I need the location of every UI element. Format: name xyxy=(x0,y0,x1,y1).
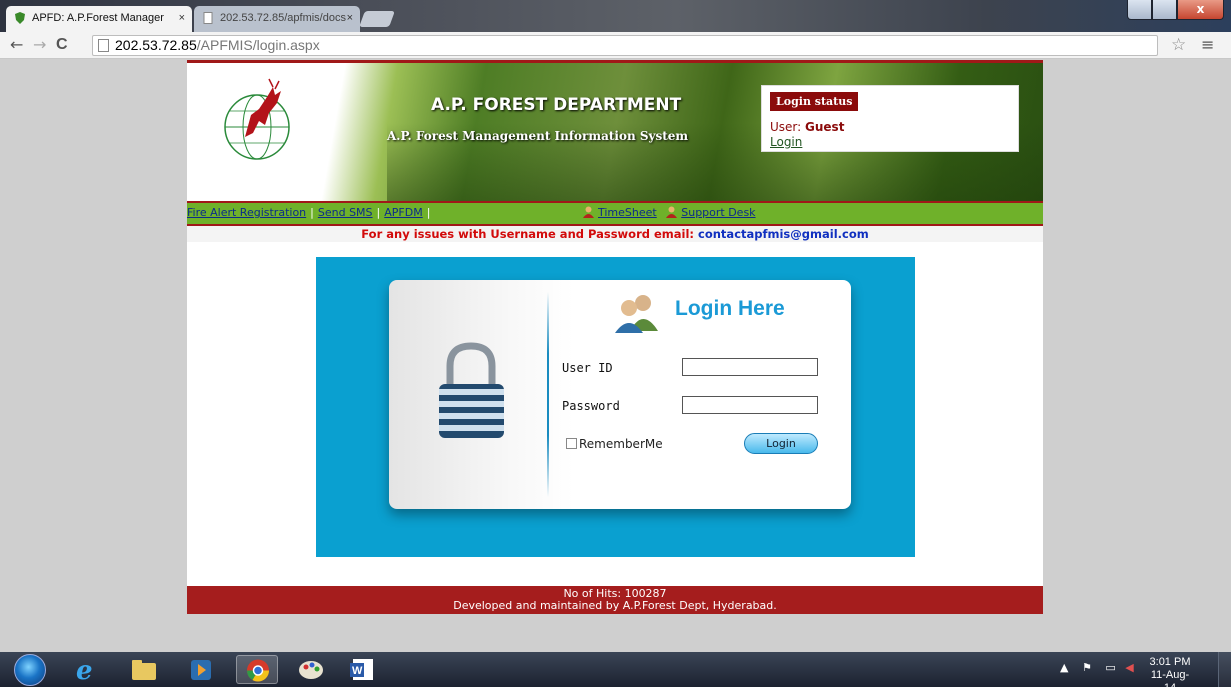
department-title: A.P. FOREST DEPARTMENT xyxy=(431,95,682,115)
tab-title: 202.53.72.85/apfmis/docs xyxy=(220,12,346,24)
media-player-icon[interactable] xyxy=(180,655,222,684)
svg-text:W: W xyxy=(352,665,363,677)
remember-me-checkbox[interactable] xyxy=(566,438,577,449)
forward-icon[interactable]: → xyxy=(33,35,46,55)
svg-text:e: e xyxy=(76,656,93,684)
login-status-heading: Login status xyxy=(770,92,859,111)
file-explorer-icon[interactable] xyxy=(122,655,164,684)
support-notice: For any issues with Username and Passwor… xyxy=(187,226,1043,242)
action-center-flag-icon[interactable]: ⚑ xyxy=(1082,661,1092,674)
forest-department-logo xyxy=(224,78,290,160)
padlock-icon xyxy=(439,342,504,438)
browser-toolbar: ← → C 202.53.72.85/APFMIS/login.aspx ☆ ≡ xyxy=(0,32,1231,59)
bookmark-star-icon[interactable]: ☆ xyxy=(1171,35,1186,55)
internet-explorer-icon[interactable]: e xyxy=(64,655,106,686)
page-container: A.P. FOREST DEPARTMENT A.P. Forest Manag… xyxy=(187,60,1043,614)
login-panel: Login Here User ID Password RememberMe L… xyxy=(316,257,915,557)
quick-links-bar: Fire Alert Registration | Send SMS | APFDM | … xyxy=(187,201,1043,226)
window-minimize-button[interactable] xyxy=(1127,0,1152,20)
tab-close-icon[interactable]: × xyxy=(347,6,353,30)
back-icon[interactable]: ← xyxy=(10,35,23,55)
page-footer: No of Hits: 100287 Developed and maintai… xyxy=(187,586,1043,614)
login-status-box: Login status User: Guest Login xyxy=(761,85,1019,152)
tab-close-icon[interactable]: × xyxy=(179,6,185,30)
browser-tab-apfd[interactable]: APFD: A.P.Forest Manager × xyxy=(6,6,192,32)
shield-favicon-icon xyxy=(15,12,25,24)
send-sms-link[interactable]: Send SMS xyxy=(318,206,373,219)
login-heading: Login Here xyxy=(675,297,785,320)
user-value: Guest xyxy=(805,120,845,134)
tray-expand-icon[interactable]: ▲ xyxy=(1060,661,1068,674)
url-host: 202.53.72.85 xyxy=(115,37,197,53)
user-label: User: xyxy=(770,120,802,134)
system-tray: ▲ ⚑ ▭ ◀ xyxy=(1060,661,1134,674)
page-icon xyxy=(98,39,109,52)
timesheet-link[interactable]: TimeSheet xyxy=(598,206,657,219)
header-login-link[interactable]: Login xyxy=(770,135,802,149)
header-banner: A.P. FOREST DEPARTMENT A.P. Forest Manag… xyxy=(187,60,1043,201)
credit-text: Developed and maintained by A.P.Forest D… xyxy=(453,599,777,612)
user-id-label: User ID xyxy=(562,361,613,375)
login-card: Login Here User ID Password RememberMe L… xyxy=(389,280,851,509)
browser-tab-docs[interactable]: 202.53.72.85/apfmis/docs × xyxy=(194,6,360,32)
tab-title: APFD: A.P.Forest Manager xyxy=(32,12,164,24)
clock-date: 11-Aug-14 xyxy=(1150,669,1190,687)
apfdm-link[interactable]: APFDM xyxy=(384,206,422,219)
person-icon xyxy=(666,206,678,218)
network-icon[interactable]: ▭ xyxy=(1105,661,1115,674)
volume-muted-icon[interactable]: ◀ xyxy=(1125,661,1133,674)
support-email: contactapfmis@gmail.com xyxy=(698,227,869,241)
person-icon xyxy=(583,206,594,218)
page-favicon-icon xyxy=(203,12,213,24)
address-bar[interactable]: 202.53.72.85/APFMIS/login.aspx xyxy=(92,35,1158,56)
remember-me[interactable]: RememberMe xyxy=(566,437,663,451)
word-icon[interactable]: W xyxy=(342,655,384,684)
reload-icon[interactable]: C xyxy=(56,35,68,55)
start-orb[interactable] xyxy=(14,654,46,686)
password-input[interactable] xyxy=(682,396,818,414)
show-desktop-button[interactable] xyxy=(1218,652,1231,687)
password-label: Password xyxy=(562,399,620,413)
login-button[interactable]: Login xyxy=(744,433,818,454)
paint-icon[interactable] xyxy=(290,655,332,684)
url-path: /APFMIS/login.aspx xyxy=(196,37,320,53)
system-title: A.P. Forest Management Information Syste… xyxy=(387,129,689,143)
remember-me-label: RememberMe xyxy=(579,437,663,451)
card-divider xyxy=(547,292,549,497)
chrome-icon[interactable] xyxy=(236,655,278,684)
window-maximize-button[interactable] xyxy=(1152,0,1177,20)
chrome-menu-icon[interactable]: ≡ xyxy=(1201,35,1214,54)
new-tab-button[interactable] xyxy=(359,11,395,27)
users-icon xyxy=(615,295,658,333)
system-clock[interactable]: 3:01 PM 11-Aug-14 xyxy=(1145,656,1195,687)
user-id-input[interactable] xyxy=(682,358,818,376)
support-desk-link[interactable]: Support Desk xyxy=(681,206,755,219)
browser-tab-strip: APFD: A.P.Forest Manager × 202.53.72.85/… xyxy=(0,0,1231,32)
windows-taskbar: e W ▲ ⚑ ▭ ◀ 3:01 PM 11-Aug-14 xyxy=(0,652,1231,687)
support-notice-text: For any issues with Username and Passwor… xyxy=(361,227,695,241)
window-close-button[interactable]: x xyxy=(1177,0,1224,20)
fire-alert-registration-link[interactable]: Fire Alert Registration xyxy=(187,206,306,219)
clock-time: 3:01 PM xyxy=(1149,656,1191,668)
current-user: User: Guest xyxy=(770,120,844,134)
